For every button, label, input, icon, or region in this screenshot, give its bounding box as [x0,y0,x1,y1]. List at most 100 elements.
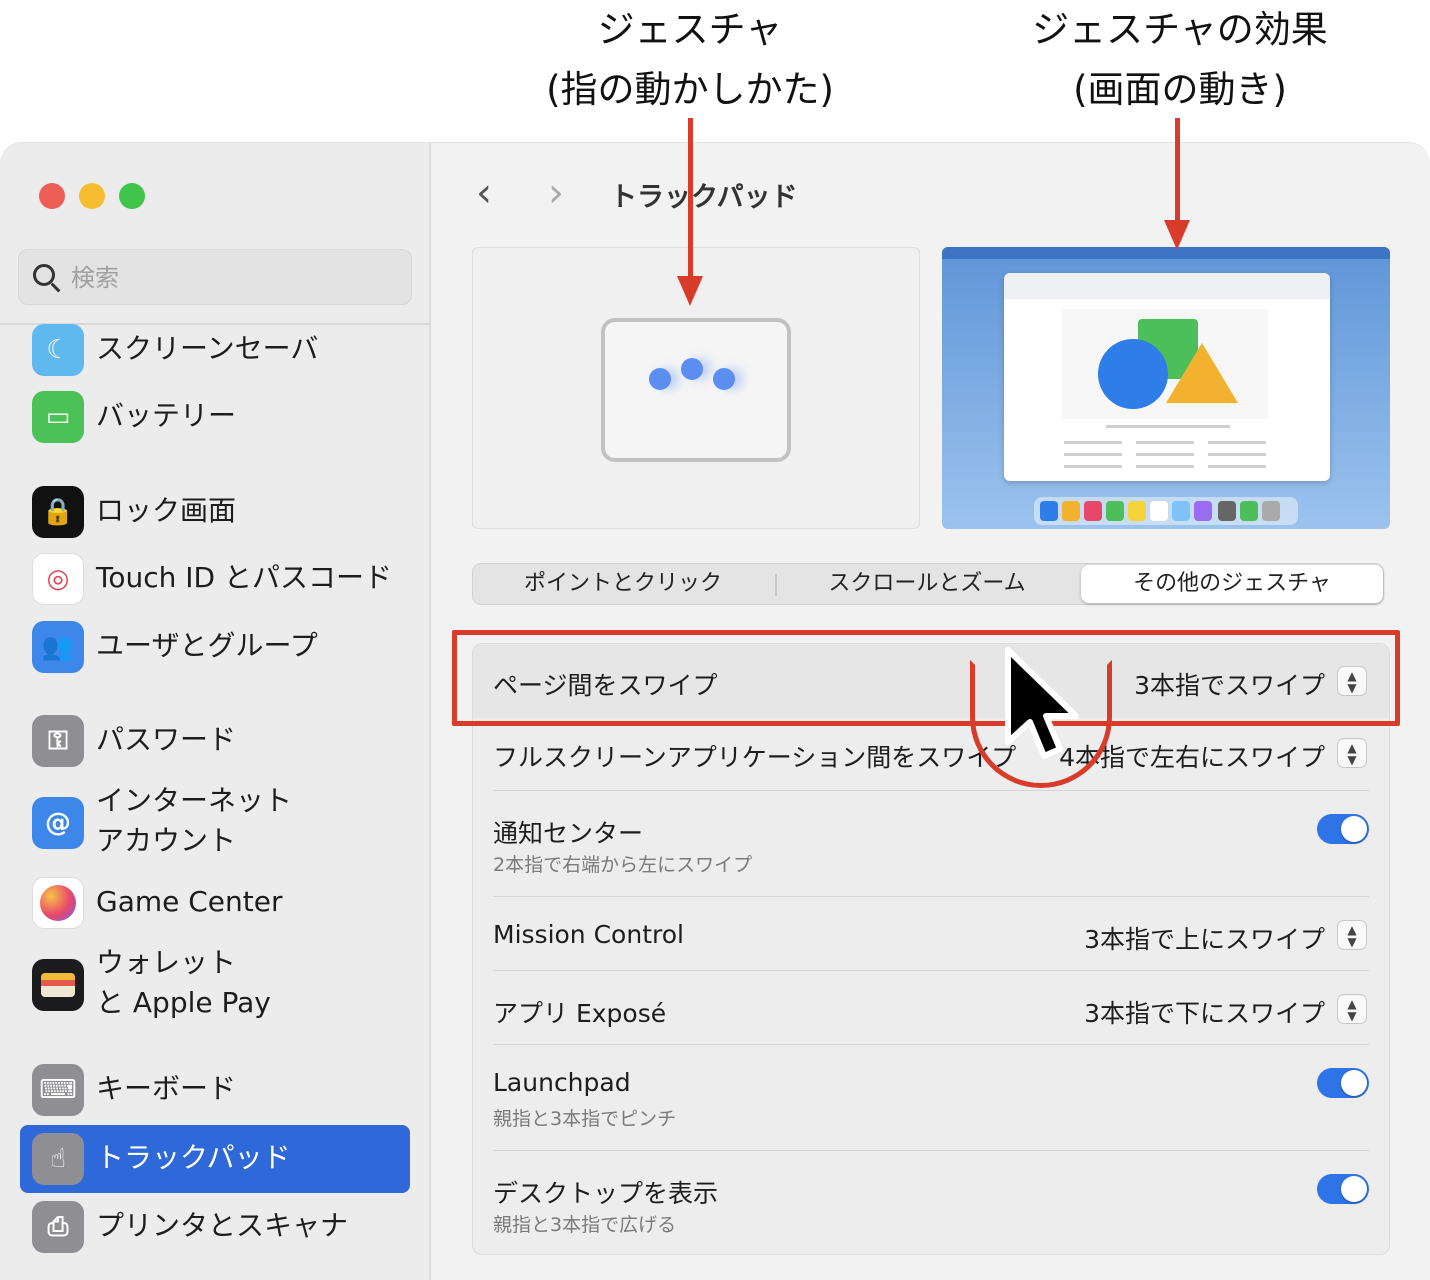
setting-value[interactable]: 3本指で上にスワイプ [1084,920,1325,956]
effect-annotation-line1: ジェスチャの効果 [1032,8,1328,51]
sidebar-item-label: キーボード [96,1072,237,1105]
text-line [1208,465,1266,468]
setting-row-mission-control: Mission Control 3本指で上にスワイプ ▲ ▼ [473,896,1389,970]
page-title: トラックパッド [610,182,798,213]
sidebar-item-game-center[interactable]: Game Center [20,872,410,934]
sidebar-item-internet-accounts[interactable]: @ インターネット アカウント [20,783,410,863]
text-line [1136,453,1194,456]
setting-description: 親指と3本指で広げる [493,1214,677,1236]
toggle-knob [1341,816,1367,842]
chevron-right-icon[interactable]: › [548,173,564,213]
effect-arrow-head [1164,220,1190,250]
sidebar-item-trackpad[interactable]: ☝ トラックパッド [20,1125,410,1193]
preview-toolbar [1004,273,1330,299]
key-icon: ⚿ [32,715,84,767]
minimize-button[interactable] [79,183,105,209]
finger-dot [649,368,671,390]
gesture-annotation-line2: (指の動かしかた) [546,68,834,111]
effect-annotation: ジェスチャの効果 (画面の動き) [1010,0,1350,120]
chevron-left-icon[interactable]: ‹ [476,173,492,213]
sidebar-item-printers[interactable]: ⎙ プリンタとスキャナ [20,1196,410,1258]
dock-app-icon [1172,501,1190,521]
dock-app-icon [1262,501,1280,521]
effect-arrow-line [1175,118,1180,222]
sidebar-item-label: スクリーンセーバ [96,332,319,365]
sidebar-item-passwords[interactable]: ⚿ パスワード [20,710,410,772]
battery-icon: ▭ [32,391,84,443]
toggle-knob [1341,1176,1367,1202]
sidebar-item-screensaver[interactable]: ☾ スクリーンセーバ [20,319,410,381]
sidebar-item-touch-id[interactable]: ◎ Touch ID とパスコード [20,548,410,610]
sidebar-item-label: トラックパッド [96,1141,291,1174]
setting-row-notification-center: 通知センター 2本指で右端から左にスワイプ [473,792,1389,896]
toggle-knob [1341,1070,1367,1096]
gesture-settings-list: ページ間をスワイプ 3本指でスワイプ ▲ ▼ フルスクリーンアプリケーション間をス… [472,643,1390,1255]
setting-description: 親指と3本指でピンチ [493,1108,677,1130]
sidebar-item-users[interactable]: 👥 ユーザとグループ [20,616,410,678]
popup-stepper-icon[interactable]: ▲ ▼ [1337,994,1367,1024]
setting-row-swipe-fullscreen-apps: フルスクリーンアプリケーション間をスワイプ 4本指で左右にスワイプ ▲ ▼ [473,718,1389,792]
printer-icon: ⎙ [32,1201,84,1253]
setting-label: 通知センター [493,819,644,848]
finger-dot [681,358,703,380]
sidebar-item-label: パスワード [96,723,237,756]
text-line [1208,453,1266,456]
search-input[interactable] [71,258,391,298]
mouse-cursor-icon [1005,647,1079,759]
setting-label: Mission Control [493,920,684,949]
gesture-arrow-line [688,118,693,278]
dock-app-icon [1150,501,1168,521]
tab-scroll-and-zoom[interactable]: スクロールとズーム [777,564,1077,604]
tab-point-and-click[interactable]: ポイントとクリック [473,564,773,604]
sidebar-item-keyboard[interactable]: ⌨ キーボード [20,1059,410,1121]
finger-dot [713,368,735,390]
gesture-arrow-head [677,276,703,306]
triangle-shape [1166,343,1238,403]
sidebar-item-label: ウォレット [96,946,237,979]
setting-label: Launchpad [493,1068,631,1097]
sidebar-item-label: インターネット [96,784,293,817]
circle-shape [1098,339,1168,409]
tab-bar: ポイントとクリック スクロールとズーム その他のジェスチャ [472,563,1384,605]
sidebar-item-wallet[interactable]: ウォレット と Apple Pay [20,945,410,1025]
search-field[interactable] [18,249,412,305]
dock-app-icon [1194,501,1212,521]
dock-app-icon [1106,501,1124,521]
popup-stepper-icon[interactable]: ▲ ▼ [1337,920,1367,950]
zoom-button[interactable] [119,183,145,209]
text-line [1064,465,1122,468]
highlight-box [452,630,1400,726]
sidebar-item-label: プリンタとスキャナ [96,1209,349,1242]
wallet-icon [32,959,84,1011]
at-icon: @ [32,797,84,849]
dock-app-icon [1084,501,1102,521]
gesture-annotation: ジェスチャ (指の動かしかた) [520,0,860,120]
show-desktop-toggle[interactable] [1317,1174,1369,1204]
tab-more-gestures[interactable]: その他のジェスチャ [1081,565,1383,603]
gesture-annotation-line1: ジェスチャ [597,8,783,51]
close-button[interactable] [39,183,65,209]
text-line [1106,425,1230,428]
trackpad-icon: ☝ [32,1133,84,1185]
setting-description: 2本指で右端から左にスワイプ [493,854,753,876]
sidebar: ☾ スクリーンセーバ ▭ バッテリー 🔒 ロック画面 ◎ Touch ID とパ… [0,143,431,1280]
effect-preview [942,247,1390,529]
setting-value[interactable]: 3本指で下にスワイプ [1084,994,1325,1030]
popup-stepper-icon[interactable]: ▲ ▼ [1337,738,1367,768]
lock-icon: 🔒 [32,486,84,538]
users-icon: 👥 [32,621,84,673]
launchpad-toggle[interactable] [1317,1068,1369,1098]
sidebar-item-label: ロック画面 [96,494,237,527]
dock-app-icon [1240,501,1258,521]
text-line [1136,465,1194,468]
keyboard-icon: ⌨ [32,1064,84,1116]
sidebar-item-label: Touch ID とパスコード [96,561,392,594]
sidebar-item-lock-screen[interactable]: 🔒 ロック画面 [20,481,410,543]
dock-app-icon [1128,501,1146,521]
notification-center-toggle[interactable] [1317,814,1369,844]
text-line [1064,453,1122,456]
text-line [1064,441,1122,444]
sidebar-item-label: バッテリー [96,399,237,432]
sidebar-item-label-line2: と Apple Pay [96,986,271,1019]
sidebar-item-battery[interactable]: ▭ バッテリー [20,386,410,448]
